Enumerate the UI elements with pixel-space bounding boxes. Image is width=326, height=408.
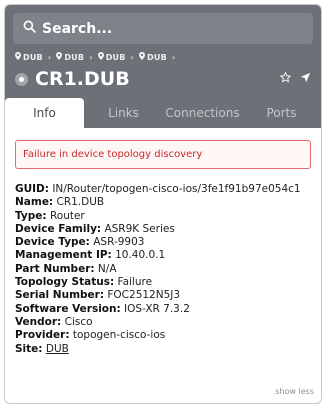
location-pin-icon (15, 52, 21, 62)
property-label: Vendor: (15, 315, 62, 328)
navigate-icon[interactable] (300, 72, 311, 86)
breadcrumb-label: DUB (64, 52, 85, 62)
property-value: ASR-9903 (93, 236, 145, 249)
property-row: Type: Router (15, 210, 311, 223)
search-placeholder: Search... (42, 20, 113, 37)
breadcrumb-label: DUB (147, 52, 167, 62)
location-pin-icon (139, 52, 146, 62)
breadcrumb-item[interactable]: DUB (139, 52, 167, 62)
property-value: Router (49, 209, 85, 222)
title-actions (279, 71, 311, 86)
property-value: FOC2512N5J3 (107, 289, 181, 302)
property-value: IOS-XR 7.3.2 (124, 302, 190, 315)
breadcrumb-item[interactable]: DUB (56, 52, 84, 62)
tab-bar: Info Links Connections Ports (5, 98, 321, 128)
search-icon (23, 20, 42, 37)
tab-ports[interactable]: Ports (242, 98, 321, 128)
property-value: Failure (117, 276, 153, 289)
property-label: Device Family: (15, 222, 102, 235)
property-row: Topology Status: Failure (15, 276, 311, 289)
title-row: CR1.DUB (15, 66, 311, 92)
property-label: Name: (15, 196, 54, 209)
site-link[interactable]: DUB (46, 343, 69, 355)
property-row: Provider: topogen-cisco-ios (15, 329, 311, 342)
property-label: Type: (15, 209, 47, 222)
location-pin-icon (56, 52, 63, 62)
property-row: Name: CR1.DUB (15, 196, 311, 209)
property-row: Site: DUB (15, 343, 311, 356)
property-label: Topology Status: (15, 276, 115, 289)
device-icon (15, 72, 28, 86)
property-row: Device Type: ASR-9903 (15, 236, 311, 249)
property-value: CR1.DUB (56, 196, 105, 209)
tab-links[interactable]: Links (84, 98, 163, 128)
breadcrumb-item[interactable]: DUB (97, 52, 126, 62)
breadcrumb-label: DUB (23, 52, 43, 62)
property-row: Serial Number: FOC2512N5J3 (15, 289, 311, 302)
chevron-right-icon: › (89, 52, 93, 62)
error-alert: Failure in device topology discovery (15, 140, 311, 169)
search-input[interactable]: Search... (13, 13, 313, 44)
breadcrumb: DUB › DUB › DUB › DUB › (15, 52, 177, 62)
property-value: IN/Router/topogen-cisco-ios/3fe1f91b97e0… (52, 183, 301, 195)
property-row: Device Family: ASR9K Series (15, 223, 311, 236)
property-value: topogen-cisco-ios (72, 329, 166, 342)
chevron-right-icon: › (171, 52, 176, 62)
panel-header: Search... DUB › DUB › DUB › DUB › CR1.DU… (5, 5, 321, 128)
property-row: Software Version: IOS-XR 7.3.2 (15, 303, 311, 316)
property-row: Vendor: Cisco (15, 316, 311, 329)
breadcrumb-label: DUB (105, 52, 126, 62)
property-label: Site: (15, 342, 43, 355)
property-label: GUID: (15, 183, 49, 195)
property-label: Software Version: (15, 302, 121, 315)
breadcrumb-item[interactable]: DUB (15, 52, 43, 62)
property-value: N/A (97, 262, 117, 275)
property-label: Device Type: (15, 236, 90, 249)
property-label: Management IP: (15, 249, 112, 262)
property-label: Provider: (15, 329, 70, 342)
property-row: GUID: IN/Router/topogen-cisco-ios/3fe1f9… (15, 183, 311, 196)
chevron-right-icon: › (47, 52, 52, 62)
device-details-panel: Search... DUB › DUB › DUB › DUB › CR1.DU… (4, 4, 322, 404)
property-label: Part Number: (15, 262, 95, 275)
property-value: 10.40.0.1 (115, 249, 166, 262)
show-less-link[interactable]: show less (275, 387, 314, 396)
info-content: Failure in device topology discovery GUI… (5, 128, 321, 356)
star-icon[interactable] (279, 71, 292, 86)
property-label: Serial Number: (15, 289, 105, 302)
property-row: Part Number: N/A (15, 263, 311, 276)
tab-connections[interactable]: Connections (163, 98, 242, 128)
property-row: Management IP: 10.40.0.1 (15, 249, 311, 262)
chevron-right-icon: › (130, 52, 135, 62)
property-value: Cisco (64, 315, 93, 328)
location-pin-icon (97, 52, 104, 62)
page-title: CR1.DUB (35, 68, 130, 90)
tab-info[interactable]: Info (5, 98, 84, 128)
property-value: ASR9K Series (104, 222, 175, 235)
